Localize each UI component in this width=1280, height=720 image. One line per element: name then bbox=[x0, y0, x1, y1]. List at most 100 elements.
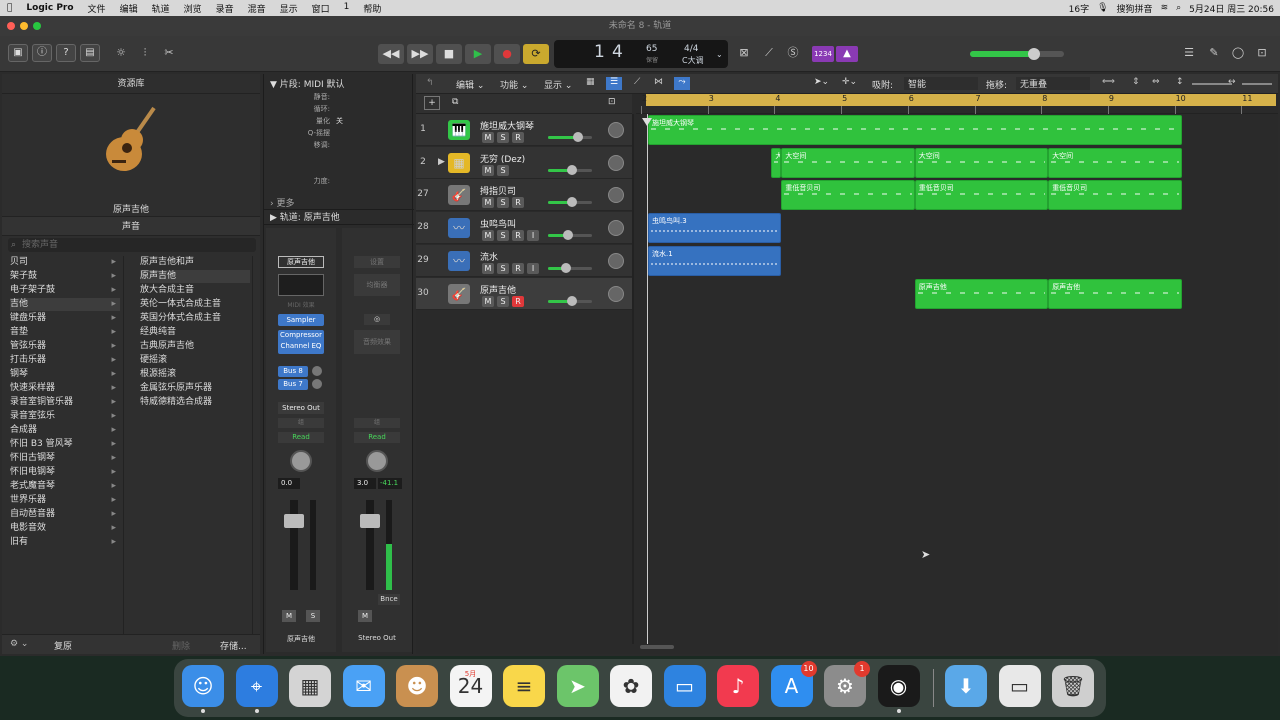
strip1-send-knob-1[interactable] bbox=[312, 366, 322, 376]
snap-dropdown[interactable]: 智能 bbox=[904, 77, 978, 90]
param-value[interactable]: 关 bbox=[336, 116, 343, 126]
track-pan-knob[interactable] bbox=[608, 154, 624, 171]
catch-icon[interactable]: ⤳ bbox=[674, 77, 690, 90]
strip1-send-knob-2[interactable] bbox=[312, 379, 322, 389]
horizontal-scrollbar[interactable] bbox=[640, 645, 674, 649]
region[interactable]: 大空间 bbox=[1048, 147, 1182, 178]
solo-icon[interactable]: Ⓢ bbox=[784, 45, 802, 61]
region[interactable]: 重低音贝司 bbox=[914, 180, 1049, 211]
track-volume-knob[interactable] bbox=[567, 197, 578, 208]
list-editors-icon[interactable]: ☰ bbox=[1180, 45, 1198, 61]
track-volume-knob[interactable] bbox=[562, 230, 573, 241]
region-lane[interactable]: 施坦威大钢琴大大空间大空间大空间重低音贝司重低音贝司重低音贝司虫鸣鸟叫.3流水.… bbox=[636, 114, 1278, 644]
strip2-eq-display[interactable]: 均衡器 bbox=[354, 274, 400, 296]
contacts-icon[interactable]: ☻ bbox=[396, 665, 438, 707]
category-item[interactable]: 怀旧 B3 管风琴 ▸ bbox=[10, 438, 120, 451]
datetime[interactable]: 5月24日 周三 20:56 bbox=[1189, 2, 1274, 15]
category-item[interactable]: 管弦乐器 ▸ bbox=[10, 340, 120, 353]
track-volume-slider[interactable] bbox=[548, 295, 592, 306]
category-item[interactable]: 钢琴 ▸ bbox=[10, 368, 120, 381]
library-search-field[interactable]: ⌕ 搜索声音 bbox=[8, 238, 256, 252]
track-volume-slider[interactable] bbox=[548, 262, 592, 273]
loop-browser-icon[interactable]: ◯ bbox=[1229, 45, 1247, 61]
photos-icon[interactable]: ✿ bbox=[610, 665, 652, 707]
mixer-icon[interactable]: ⫶ bbox=[136, 45, 154, 61]
safari-icon[interactable]: ⌖ bbox=[235, 665, 278, 713]
track-volume-knob[interactable] bbox=[572, 132, 583, 142]
track-button-r[interactable]: R bbox=[512, 295, 524, 307]
app-menu[interactable]: Logic Pro bbox=[19, 3, 80, 13]
strip1-setting-button[interactable]: 原声吉他 bbox=[278, 256, 324, 268]
track-button-r[interactable]: R bbox=[512, 197, 524, 209]
count-in-button[interactable]: 1234 bbox=[812, 46, 834, 62]
track-pan-knob[interactable] bbox=[608, 122, 624, 138]
strip2-peak-value[interactable]: -41.1 bbox=[378, 478, 402, 489]
patch-item[interactable]: 英伦一体式合成主音 bbox=[140, 298, 250, 311]
strip2-bounce-button[interactable]: Bnce bbox=[378, 594, 400, 605]
action-gear-icon[interactable]: ⚙ ⌄ bbox=[10, 639, 28, 649]
strip1-solo-button[interactable]: S bbox=[306, 610, 320, 622]
system-settings-icon[interactable]: ⚙ 1 bbox=[824, 661, 870, 707]
notepad-icon[interactable]: ✎ bbox=[1205, 45, 1223, 61]
patch-item[interactable]: 根源摇滚 bbox=[140, 368, 250, 381]
master-volume-slider[interactable] bbox=[970, 48, 1064, 60]
track-volume-slider[interactable] bbox=[548, 230, 592, 241]
region[interactable]: 流水.1 bbox=[648, 245, 782, 276]
strip2-setting-button[interactable]: 设置 bbox=[354, 256, 400, 268]
horizontal-zoom-slider[interactable] bbox=[1242, 83, 1272, 85]
smart-controls-icon[interactable]: ☼ bbox=[112, 45, 130, 61]
track-button-m[interactable]: M bbox=[482, 164, 494, 176]
track-pan-knob[interactable] bbox=[608, 285, 624, 302]
track-button-m[interactable]: M bbox=[482, 132, 494, 143]
add-track-button[interactable]: + bbox=[424, 96, 440, 110]
track-volume-knob[interactable] bbox=[567, 164, 578, 175]
help-icon[interactable]: ? bbox=[56, 44, 76, 62]
category-item[interactable]: 怀旧电钢琴 ▸ bbox=[10, 466, 120, 479]
patch-item[interactable]: 英国分体式合成主音 bbox=[140, 312, 250, 325]
track-pan-knob[interactable] bbox=[608, 252, 624, 269]
region[interactable]: 大空间 bbox=[914, 147, 1049, 178]
strip1-mute-button[interactable]: M bbox=[282, 610, 296, 622]
menu-item[interactable]: 显示 bbox=[273, 2, 305, 15]
tracks-menu[interactable]: 功能 ⌄ bbox=[500, 78, 528, 91]
replace-mode-icon[interactable]: ⊠ bbox=[735, 45, 753, 61]
track-button-m[interactable]: M bbox=[482, 295, 494, 307]
category-item[interactable]: 自动琶音器 ▸ bbox=[10, 508, 120, 521]
lcd-display[interactable]: 1 4 65 保留 4/4 C大调 ⌄ bbox=[554, 40, 728, 68]
music-icon[interactable]: ♪ bbox=[717, 665, 759, 707]
track-button-s[interactable]: S bbox=[497, 132, 509, 143]
menu-item[interactable]: 1 bbox=[337, 2, 357, 15]
strip2-mute-button[interactable]: M bbox=[358, 610, 372, 622]
track-button-i[interactable]: I bbox=[527, 230, 539, 242]
track-name[interactable]: 原声吉他 bbox=[480, 283, 516, 296]
tuner-icon[interactable]: ⟋ bbox=[760, 45, 778, 61]
pencil-tool-icon[interactable]: ✛⌄ bbox=[842, 77, 857, 87]
ime-indicator[interactable]: 16字 bbox=[1069, 2, 1089, 15]
category-item[interactable]: 音垫 ▸ bbox=[10, 326, 120, 339]
track-header[interactable]: 28 〰虫鸣鸟叫 M S R I bbox=[416, 212, 632, 245]
region[interactable]: 虫鸣鸟叫.3 bbox=[648, 213, 782, 244]
strip1-group[interactable]: 组 bbox=[278, 418, 324, 428]
patch-item[interactable]: 原声吉他和声 bbox=[140, 256, 250, 269]
track-button-m[interactable]: M bbox=[482, 230, 494, 242]
category-item[interactable]: 电子架子鼓 ▸ bbox=[10, 284, 120, 297]
patch-item[interactable]: 经典纯音 bbox=[140, 326, 250, 339]
category-item[interactable]: 电影音效 ▸ bbox=[10, 522, 120, 535]
strip1-fader-handle[interactable] bbox=[284, 514, 304, 528]
maps-icon[interactable]: ➤ bbox=[556, 665, 599, 707]
region[interactable]: 原声吉他 bbox=[914, 278, 1049, 309]
strip2-fader-handle[interactable] bbox=[360, 514, 380, 528]
delete-button[interactable]: 删除 bbox=[172, 639, 190, 652]
strip1-audio-fx-slot[interactable]: Compressor Channel EQ bbox=[278, 330, 324, 354]
rewind-button[interactable]: ◀◀ bbox=[378, 44, 404, 64]
category-item[interactable]: 旧有 ▸ bbox=[10, 536, 120, 549]
mail-icon[interactable]: ✉ bbox=[342, 665, 385, 707]
strip1-output[interactable]: Stereo Out bbox=[278, 402, 324, 414]
strip1-send-bus7[interactable]: Bus 7 bbox=[278, 379, 308, 390]
region[interactable]: 施坦威大钢琴 bbox=[648, 115, 1182, 145]
grid-view-icon[interactable]: ▦ bbox=[586, 77, 595, 87]
track-header[interactable]: 29 〰流水 M S R I bbox=[416, 244, 632, 277]
track-button-m[interactable]: M bbox=[482, 197, 494, 209]
minimize-button[interactable] bbox=[20, 22, 28, 30]
region-inspector-header[interactable]: ▼ 片段: MIDI 默认 bbox=[270, 77, 345, 90]
